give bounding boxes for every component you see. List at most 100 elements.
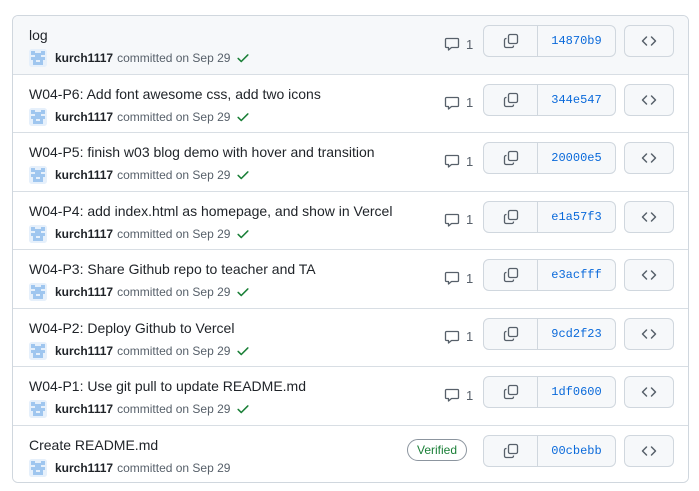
code-icon — [641, 270, 657, 280]
verified-badge[interactable]: Verified — [407, 438, 468, 461]
author-link[interactable]: kurch1117 — [55, 168, 113, 182]
comment-count-link[interactable]: 1 — [444, 36, 473, 52]
commit-meta: kurch1117 committed on Sep 29 — [29, 283, 250, 301]
comment-icon — [444, 388, 460, 402]
commit-sha-link[interactable]: 9cd2f23 — [538, 319, 615, 349]
commit-title-link[interactable]: W04-P4: add index.html as homepage, and … — [29, 203, 392, 219]
sha-button-group: 9cd2f23 — [483, 317, 616, 350]
comment-count: 1 — [466, 387, 474, 403]
commit-date: committed on Sep 29 — [117, 343, 231, 358]
author-avatar[interactable] — [29, 224, 47, 243]
code-icon — [641, 94, 657, 105]
code-icon — [641, 445, 657, 456]
author-link[interactable]: kurch1117 — [55, 285, 113, 299]
author-link[interactable]: kurch1117 — [55, 227, 113, 241]
commit-sha-link[interactable]: 344e547 — [538, 85, 615, 115]
code-icon — [641, 153, 657, 163]
copy-sha-button[interactable] — [484, 377, 538, 407]
commit-row: W04-P2: Deploy Github to Vercel kurch111… — [13, 308, 688, 367]
author-avatar[interactable] — [29, 341, 47, 360]
commit-sha-link[interactable]: 20000e5 — [538, 143, 615, 173]
copy-sha-button[interactable] — [484, 26, 538, 56]
commit-title-link[interactable]: W04-P3: Share Github repo to teacher and… — [29, 261, 316, 277]
comment-count-link[interactable]: 1 — [444, 95, 473, 111]
author-avatar[interactable] — [29, 107, 47, 126]
check-icon[interactable] — [236, 51, 250, 65]
author-avatar[interactable] — [29, 166, 47, 184]
author-avatar[interactable] — [29, 49, 47, 67]
commit-title-link[interactable]: W04-P1: Use git pull to update README.md — [29, 378, 306, 394]
commit-date: committed on Sep 29 — [117, 460, 231, 475]
commit-title-link[interactable]: log — [29, 27, 48, 43]
commit-date: committed on Sep 29 — [117, 109, 231, 124]
comment-count-link[interactable]: 1 — [444, 212, 473, 228]
author-link[interactable]: kurch1117 — [55, 51, 113, 65]
commit-sha-link[interactable]: e1a57f3 — [538, 202, 615, 232]
copy-sha-button[interactable] — [484, 84, 538, 115]
copy-sha-button[interactable] — [484, 143, 538, 173]
commit-sha-link[interactable]: 14870b9 — [538, 26, 615, 56]
commit-row: W04-P6: Add font awesome css, add two ic… — [13, 74, 688, 133]
browse-repository-button[interactable] — [624, 142, 674, 174]
comment-count-link[interactable]: 1 — [444, 387, 473, 403]
commit-meta: kurch1117 committed on Sep 29 — [29, 224, 250, 243]
sha-button-group: 344e547 — [483, 83, 616, 116]
copy-sha-button[interactable] — [484, 435, 538, 466]
check-icon[interactable] — [236, 227, 250, 241]
check-icon[interactable] — [236, 285, 250, 299]
author-link[interactable]: kurch1117 — [55, 110, 113, 124]
copy-sha-button[interactable] — [484, 260, 538, 290]
check-icon[interactable] — [236, 168, 250, 182]
comment-count: 1 — [466, 329, 474, 344]
commit-meta: kurch1117 committed on Sep 29 — [29, 166, 250, 184]
author-avatar[interactable] — [29, 458, 47, 477]
comment-count-link[interactable]: 1 — [444, 329, 473, 345]
browse-repository-button[interactable] — [624, 317, 674, 350]
check-icon[interactable] — [236, 402, 250, 416]
comment-icon — [444, 154, 460, 168]
comment-count: 1 — [466, 212, 474, 227]
code-icon — [641, 211, 657, 222]
commit-title-link[interactable]: Create README.md — [29, 437, 158, 453]
sha-button-group: e3acfff — [483, 259, 616, 291]
commit-date: committed on Sep 29 — [117, 226, 231, 241]
copy-sha-button[interactable] — [484, 318, 538, 349]
browse-repository-button[interactable] — [624, 376, 674, 408]
commit-meta: kurch1117 committed on Sep 29 — [29, 107, 250, 126]
author-avatar[interactable] — [29, 400, 47, 418]
comment-count-link[interactable]: 1 — [444, 270, 473, 286]
commit-sha-link[interactable]: e3acfff — [538, 260, 615, 290]
commit-date: committed on Sep 29 — [117, 402, 231, 416]
comment-count: 1 — [466, 153, 474, 169]
browse-repository-button[interactable] — [624, 259, 674, 291]
browse-repository-button[interactable] — [624, 25, 674, 57]
browse-repository-button[interactable] — [624, 200, 674, 233]
comment-count: 1 — [466, 36, 474, 52]
comment-count-link[interactable]: 1 — [444, 153, 473, 169]
commit-meta: kurch1117 committed on Sep 29 — [29, 341, 250, 360]
commit-sha-link[interactable]: 00cbebb — [538, 436, 615, 466]
check-icon[interactable] — [236, 344, 250, 358]
commit-title-link[interactable]: W04-P2: Deploy Github to Vercel — [29, 320, 234, 336]
author-avatar[interactable] — [29, 283, 47, 301]
comment-icon — [444, 271, 460, 285]
commit-title-link[interactable]: W04-P6: Add font awesome css, add two ic… — [29, 86, 321, 102]
check-icon[interactable] — [236, 110, 250, 124]
commit-title-link[interactable]: W04-P5: finish w03 blog demo with hover … — [29, 144, 375, 160]
comment-count: 1 — [466, 95, 474, 110]
browse-repository-button[interactable] — [624, 434, 674, 467]
commit-sha-link[interactable]: 1df0600 — [538, 377, 615, 407]
copy-icon — [503, 209, 518, 224]
copy-icon — [503, 326, 518, 341]
commit-row: W04-P4: add index.html as homepage, and … — [13, 191, 688, 250]
code-icon — [641, 387, 657, 397]
copy-sha-button[interactable] — [484, 201, 538, 232]
commit-row: log kurch1117 committed on Sep 29 1 1487… — [13, 16, 688, 75]
browse-repository-button[interactable] — [624, 83, 674, 116]
author-link[interactable]: kurch1117 — [55, 344, 113, 358]
sha-button-group: e1a57f3 — [483, 200, 616, 233]
sha-button-group: 1df0600 — [483, 376, 616, 408]
author-link[interactable]: kurch1117 — [55, 402, 113, 416]
author-link[interactable]: kurch1117 — [55, 461, 113, 475]
commit-meta: kurch1117 committed on Sep 29 — [29, 49, 250, 67]
